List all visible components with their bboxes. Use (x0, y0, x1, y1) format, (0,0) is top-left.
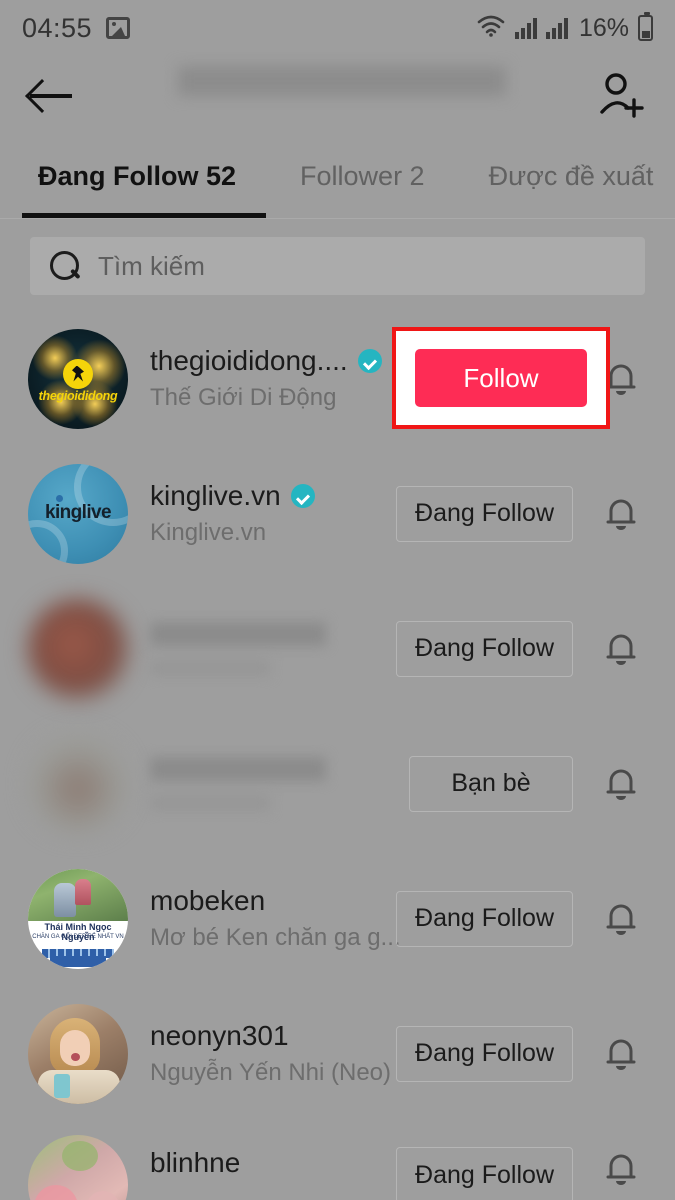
username (150, 621, 326, 646)
user-info: blinhne (150, 1147, 386, 1186)
active-tab-indicator (22, 213, 266, 218)
following-button[interactable]: Đang Follow (396, 890, 573, 947)
status-time: 04:55 (22, 12, 93, 43)
highlight-annotation: Follow (392, 327, 610, 429)
search-input[interactable]: Tìm kiếm (30, 237, 645, 295)
username-line: neonyn301 (150, 1020, 386, 1052)
battery-percent: 16% (578, 13, 629, 42)
row-action: Đang Follow (396, 1147, 573, 1200)
row-action: Đang Follow (396, 485, 573, 542)
avatar[interactable] (28, 598, 128, 699)
signal-icon (545, 17, 568, 39)
bell-icon[interactable] (595, 1147, 647, 1191)
back-arrow-icon[interactable] (28, 75, 74, 115)
table-row[interactable]: kinglive kinglive.vn Kinglive.vn Đang Fo… (0, 446, 675, 581)
follow-button[interactable]: Follow (415, 349, 587, 407)
verified-badge-icon (357, 349, 382, 373)
status-bar: 04:55 16% (0, 0, 675, 56)
search-placeholder: Tìm kiếm (98, 250, 205, 281)
table-row[interactable]: neonyn301 Nguyễn Yến Nhi (Neo) Đang Foll… (0, 986, 675, 1121)
row-action: Đang Follow (396, 620, 573, 677)
friends-button[interactable]: Bạn bè (409, 755, 573, 812)
bell-icon[interactable] (595, 492, 647, 536)
avatar[interactable] (28, 1003, 128, 1104)
user-info (150, 621, 386, 676)
display-name: Nguyễn Yến Nhi (Neo) (150, 1059, 392, 1086)
user-info: mobeken Mơ bé Ken chăn ga g... (150, 885, 401, 952)
add-person-icon[interactable] (593, 68, 647, 122)
verified-badge-icon (290, 484, 315, 508)
user-info: thegioididong.... Thế Giới Di Động (150, 345, 391, 412)
display-name: Thế Giới Di Động (150, 384, 337, 411)
display-name: Kinglive.vn (150, 519, 267, 546)
avatar[interactable] (28, 1135, 128, 1200)
tab-dang-follow[interactable]: Đang Follow 52 (28, 161, 246, 192)
avatar[interactable]: Thái Minh Ngọc Nguyễn CHĂN GA GỐI ĐẸP RẺ… (28, 868, 128, 969)
status-bar-right: 16% (476, 12, 653, 43)
username: thegioididong.... (150, 345, 348, 376)
following-list: thegioididong thegioididong.... Thế Giới… (0, 311, 675, 1200)
row-action: Đang Follow (396, 1025, 573, 1082)
following-button[interactable]: Đang Follow (396, 1025, 573, 1082)
display-name (150, 659, 270, 676)
following-button[interactable]: Đang Follow (396, 1147, 573, 1200)
signal-icon (514, 17, 537, 39)
display-name: Mơ bé Ken chăn ga g... (150, 924, 401, 951)
row-action: Đang Follow (396, 890, 573, 947)
app-screen: 04:55 16% Đang Follow 52 Follower 2 Được… (0, 0, 675, 1200)
row-action: Bạn bè (409, 755, 573, 812)
page-title (178, 66, 506, 96)
username: kinglive.vn (150, 480, 281, 511)
username (150, 756, 326, 781)
user-info: kinglive.vn Kinglive.vn (150, 480, 386, 547)
wifi-icon (476, 14, 506, 43)
bell-icon[interactable] (595, 1032, 647, 1076)
table-row[interactable]: Đang Follow (0, 581, 675, 716)
username-line: mobeken (150, 885, 386, 917)
username-line: kinglive.vn (150, 480, 386, 512)
user-info: neonyn301 Nguyễn Yến Nhi (Neo) (150, 1020, 392, 1087)
following-button[interactable]: Đang Follow (396, 620, 573, 677)
avatar[interactable] (28, 733, 128, 834)
table-row[interactable]: Bạn bè (0, 716, 675, 851)
username-line: blinhne (150, 1147, 386, 1179)
user-info (150, 756, 399, 811)
tab-duoc-de-xuat[interactable]: Được đề xuất (479, 161, 664, 192)
following-button[interactable]: Đang Follow (396, 485, 573, 542)
tab-follower[interactable]: Follower 2 (290, 161, 435, 192)
bell-icon[interactable] (595, 762, 647, 806)
username-line: thegioididong.... (150, 345, 391, 377)
table-row[interactable]: Thái Minh Ngọc Nguyễn CHĂN GA GỐI ĐẸP RẺ… (0, 851, 675, 986)
display-name (150, 794, 270, 811)
username: neonyn301 (150, 1020, 289, 1051)
photo-icon (106, 17, 131, 39)
bell-icon[interactable] (595, 897, 647, 941)
table-row[interactable]: blinhne Đang Follow (0, 1121, 675, 1200)
avatar[interactable]: kinglive (28, 463, 128, 564)
search-icon (50, 251, 80, 281)
avatar[interactable]: thegioididong (28, 328, 128, 429)
battery-icon (638, 12, 653, 41)
status-bar-left: 04:55 (22, 12, 131, 44)
username: mobeken (150, 885, 266, 916)
username: blinhne (150, 1147, 241, 1178)
tab-bar: Đang Follow 52 Follower 2 Được đề xuất (0, 134, 675, 218)
search-section: Tìm kiếm (0, 219, 675, 295)
bell-icon[interactable] (595, 627, 647, 671)
